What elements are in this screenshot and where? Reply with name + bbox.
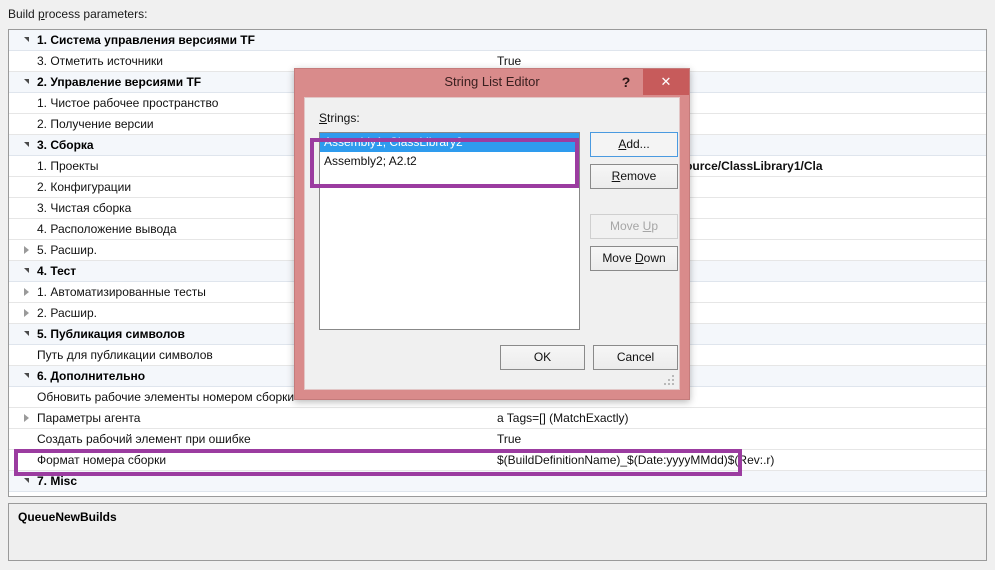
row-label: Параметры агента: [37, 411, 141, 425]
row-label: Создать рабочий элемент при ошибке: [37, 432, 251, 446]
row-label: 1. Проекты: [37, 159, 99, 173]
help-icon[interactable]: ?: [615, 69, 637, 95]
strings-label-accelerator: S: [319, 111, 328, 125]
move-up-button: Move Up: [590, 214, 678, 239]
row-label: Формат номера сборки: [37, 453, 167, 467]
add-button[interactable]: Add...: [590, 132, 678, 157]
chevron-right-icon[interactable]: [19, 303, 33, 324]
table-row[interactable]: Создать рабочий элемент при ошибке True: [9, 429, 986, 450]
remove-button-suffix: emove: [620, 169, 657, 183]
row-value[interactable]: True: [497, 429, 521, 450]
strings-label: Strings:: [319, 111, 360, 125]
label-suffix: rocess parameters:: [44, 7, 148, 21]
move-up-button-prefix: Move: [609, 219, 643, 233]
move-down-button-prefix: Move: [602, 251, 635, 265]
dialog-titlebar[interactable]: String List Editor ? ✕: [295, 69, 689, 95]
row-label: 3. Чистая сборка: [37, 201, 132, 215]
dialog-client-area: Strings: Assembly1; ClassLibrary2 Assembl…: [304, 97, 680, 390]
row-label: 2. Получение версии: [37, 117, 154, 131]
strings-label-suffix: trings:: [327, 111, 360, 125]
row-label: 1. Автоматизированные тесты: [37, 285, 206, 299]
row-value[interactable]: Assembly1; ClassLibrary2,Assembly2; A2.t…: [497, 492, 750, 496]
table-row[interactable]: 1. Система управления версиями TF: [9, 30, 986, 51]
chevron-down-icon[interactable]: [19, 366, 33, 387]
row-label: 2. Конфигурации: [37, 180, 132, 194]
chevron-right-icon[interactable]: [19, 240, 33, 261]
table-row[interactable]: Формат номера сборки $(BuildDefinitionNam…: [9, 450, 986, 471]
build-process-parameters-label: Build process parameters:: [8, 7, 147, 21]
move-down-button-suffix: own: [643, 251, 666, 265]
row-label: 2. Управление версиями TF: [37, 75, 202, 89]
add-button-suffix: dd...: [626, 137, 650, 151]
chevron-down-icon[interactable]: [19, 72, 33, 93]
chevron-right-icon[interactable]: [19, 282, 33, 303]
row-label: 4. Тест: [37, 264, 77, 278]
chevron-down-icon[interactable]: [19, 471, 33, 492]
row-label: 1. Система управления версиями TF: [37, 33, 255, 47]
table-row[interactable]: Параметры агента a Tags=[] (MatchExactly): [9, 408, 986, 429]
row-value[interactable]: $(BuildDefinitionName)_$(Date:yyyyMMdd)$…: [497, 450, 774, 471]
chevron-right-icon[interactable]: [19, 408, 33, 429]
remove-button[interactable]: Remove: [590, 164, 678, 189]
move-down-button-accelerator: D: [635, 251, 644, 265]
list-item[interactable]: Assembly2; A2.t2: [320, 152, 579, 171]
close-icon[interactable]: ✕: [643, 69, 689, 95]
row-label: 3. Сборка: [37, 138, 94, 152]
label-prefix: Build: [8, 7, 39, 21]
strings-listbox[interactable]: Assembly1; ClassLibrary2 Assembly2; A2.t2: [319, 132, 580, 330]
row-label: 5. Публикация символов: [37, 327, 185, 341]
table-row[interactable]: 7. Misc: [9, 471, 986, 492]
resize-grip-icon[interactable]: [664, 375, 676, 387]
chevron-down-icon[interactable]: [19, 30, 33, 51]
row-label: 1. Чистое рабочее пространство: [37, 96, 219, 110]
move-up-button-suffix: p: [651, 219, 659, 233]
label-accelerator: p: [38, 7, 45, 21]
property-description-panel: QueueNewBuilds: [8, 503, 987, 561]
row-label: QueueNewBuilds: [37, 492, 130, 496]
string-list-editor-dialog[interactable]: String List Editor ? ✕ Strings: Assembly…: [294, 68, 690, 400]
row-label: 4. Расположение вывода: [37, 222, 177, 236]
row-label: Обновить рабочие элементы номером сборки: [37, 390, 295, 404]
table-row[interactable]: QueueNewBuilds Assembly1; ClassLibrary2,A…: [9, 492, 986, 496]
description-title: QueueNewBuilds: [18, 510, 117, 524]
cancel-button[interactable]: Cancel: [593, 345, 678, 370]
row-label: 7. Misc: [37, 474, 78, 488]
row-label: Путь для публикации символов: [37, 348, 213, 362]
row-label: 6. Дополнительно: [37, 369, 146, 383]
ok-button[interactable]: OK: [500, 345, 585, 370]
row-label: 2. Расшир.: [37, 306, 97, 320]
chevron-down-icon[interactable]: [19, 261, 33, 282]
move-down-button[interactable]: Move Down: [590, 246, 678, 271]
row-value[interactable]: a Tags=[] (MatchExactly): [497, 408, 629, 429]
row-label: 3. Отметить источники: [37, 54, 163, 68]
row-label: 5. Расшир.: [37, 243, 97, 257]
list-item[interactable]: Assembly1; ClassLibrary2: [320, 133, 579, 152]
remove-button-accelerator: R: [611, 169, 621, 183]
chevron-down-icon[interactable]: [19, 324, 33, 345]
chevron-down-icon[interactable]: [19, 135, 33, 156]
